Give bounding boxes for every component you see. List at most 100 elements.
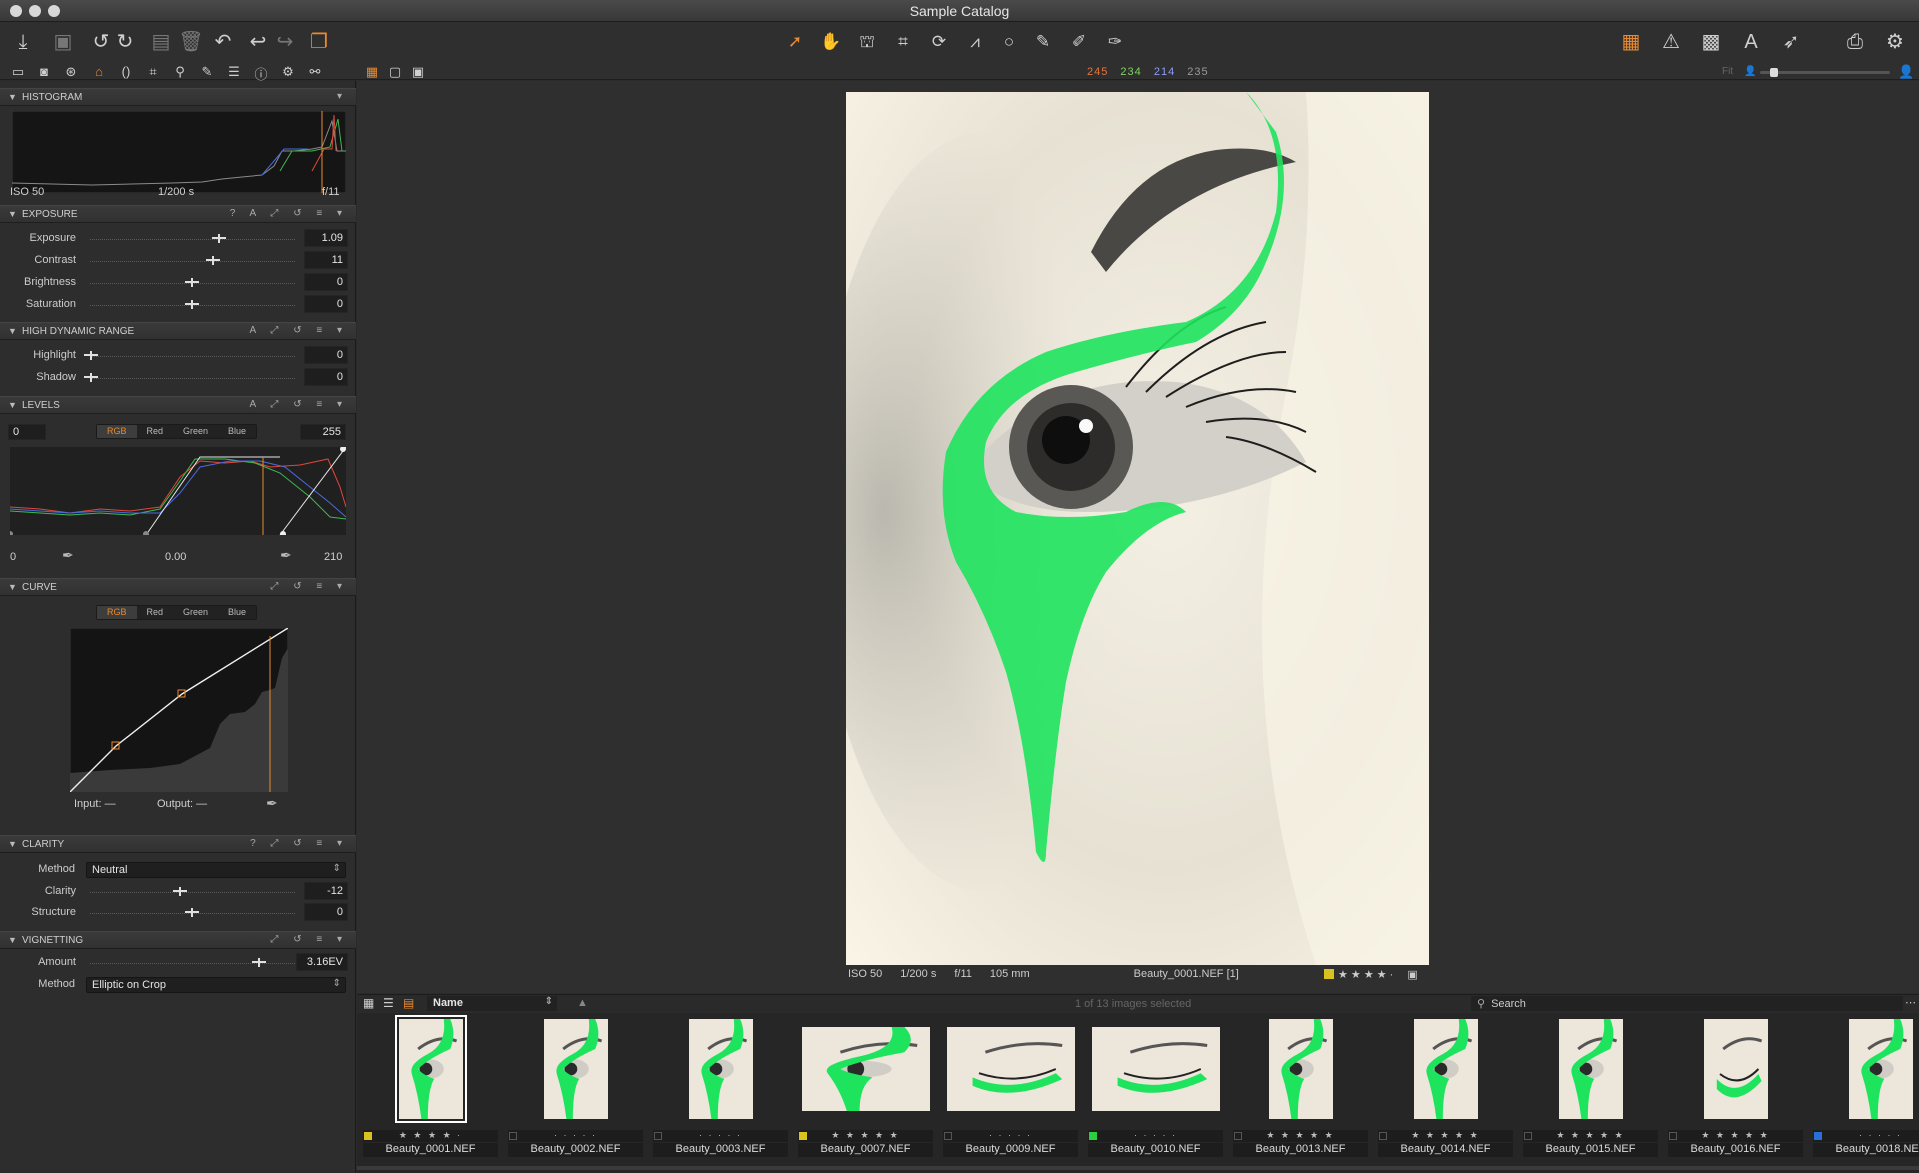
curve-tab-blue[interactable]: Blue — [218, 606, 256, 619]
levels-tab-green[interactable]: Green — [173, 425, 218, 438]
undo-icon[interactable]: ↶ — [210, 30, 236, 54]
thumbnail-image[interactable] — [1091, 1027, 1220, 1111]
vignetting-method-dropdown[interactable]: Elliptic on Crop ⇕ — [86, 977, 346, 993]
metadata-tab-icon[interactable]: ☰ — [224, 64, 244, 80]
import-icon[interactable]: ⤓ — [10, 30, 36, 54]
thumbnail-color-tag[interactable] — [799, 1132, 807, 1140]
lens-tab-icon[interactable]: () — [116, 64, 136, 79]
shadow-slider-row[interactable]: Shadow 0 — [0, 367, 356, 389]
contrast-knob[interactable] — [206, 256, 220, 265]
vignetting-amount-knob[interactable] — [252, 958, 266, 967]
brush-icon[interactable]: ✎ — [1030, 30, 1056, 54]
thumbnail-cell[interactable]: ★ ★ ★ ★ ★ Beauty_0015.NEF — [1520, 1013, 1661, 1161]
thumbnail-image[interactable] — [394, 1015, 467, 1123]
grid-view-icon[interactable]: ▦ — [362, 64, 382, 80]
saturation-knob[interactable] — [185, 300, 199, 309]
levels-input-low[interactable]: 0 — [8, 424, 46, 440]
pen-icon[interactable]: ➶ — [1778, 30, 1804, 54]
vignetting-amount-row[interactable]: Amount 3.16EV — [0, 952, 356, 974]
thumbnail-cell[interactable]: · · · · · Beauty_0010.NEF — [1085, 1013, 1226, 1161]
rotate-icon[interactable]: ⟳ — [926, 30, 952, 54]
tool-header-icons[interactable]: ? ⤢ ↺ ≡ ▾ — [250, 838, 348, 849]
saturation-slider-row[interactable]: Saturation 0 — [0, 294, 356, 316]
thumbnail-cell[interactable]: · · · · · Beauty_0018.NEF — [1810, 1013, 1919, 1161]
camera-icon[interactable]: ▣ — [50, 30, 76, 54]
thumbnail-rating[interactable]: ★ ★ ★ ★ ★ — [798, 1130, 933, 1142]
thumbnail-color-tag[interactable] — [1089, 1132, 1097, 1140]
thumbnail-color-tag[interactable] — [364, 1132, 372, 1140]
move-icon[interactable]: ▤ — [148, 30, 174, 54]
thumbnail-rating[interactable]: ★ ★ ★ ★ ★ — [1523, 1130, 1658, 1142]
zoom-slider[interactable] — [1760, 71, 1890, 74]
sort-dropdown[interactable]: Name ⇕ — [427, 996, 557, 1011]
thumbnail-image[interactable] — [543, 1019, 608, 1119]
library-icon[interactable]: ▭ — [8, 64, 28, 80]
thumbnail-cell[interactable]: ★ ★ ★ ★ ★ Beauty_0007.NEF — [795, 1013, 936, 1161]
warning-icon[interactable]: ⚠ — [1658, 30, 1684, 54]
filmstrip-view-icon[interactable]: ▤ — [403, 996, 414, 1010]
brightness-slider-row[interactable]: Brightness 0 — [0, 272, 356, 294]
tool-header-icons[interactable]: A ⤢ ↺ ≡ ▾ — [250, 399, 348, 410]
collapse-triangle-icon[interactable]: ▼ — [8, 400, 17, 410]
zoom-slider-knob[interactable] — [1770, 68, 1778, 77]
rotate-left-icon[interactable]: ↺ — [88, 30, 114, 54]
thumbnail-image[interactable] — [1703, 1019, 1768, 1119]
shadow-track[interactable] — [90, 378, 295, 379]
tool-header-icons[interactable]: A ⤢ ↺ ≡ ▾ — [250, 325, 348, 336]
thumbnail-rating[interactable]: ★ ★ ★ ★ ★ — [1668, 1130, 1803, 1142]
histogram-header[interactable]: ▼ HISTOGRAM ▾ — [0, 88, 356, 106]
grid-layout-icon[interactable]: ▦ — [1618, 30, 1644, 54]
contrast-value[interactable]: 11 — [304, 251, 348, 269]
vignetting-header[interactable]: ▼ VIGNETTING ⤢ ↺ ≡ ▾ — [0, 931, 356, 949]
clarity-slider-row[interactable]: Clarity -12 — [0, 881, 356, 903]
tool-header-icons[interactable]: ⤢ ↺ ≡ ▾ — [270, 581, 348, 592]
exposure-tab-icon[interactable]: ⌂ — [89, 64, 109, 79]
collapse-triangle-icon[interactable]: ▼ — [8, 582, 17, 592]
grid-icon[interactable]: ▩ — [1698, 30, 1724, 54]
structure-knob[interactable] — [185, 908, 199, 917]
contrast-track[interactable] — [90, 261, 295, 262]
collapse-triangle-icon[interactable]: ▼ — [8, 92, 17, 102]
thumbnail-cell[interactable]: ★ ★ ★ ★ ★ Beauty_0016.NEF — [1665, 1013, 1806, 1161]
brightness-value[interactable]: 0 — [304, 273, 348, 291]
curve-graph[interactable] — [70, 628, 288, 792]
thumbnail-image[interactable] — [688, 1019, 753, 1119]
clarity-knob[interactable] — [173, 887, 187, 896]
thumbnail-cell[interactable]: ★ ★ ★ ★ · Beauty_0001.NEF — [360, 1013, 501, 1161]
thumbnail-color-tag[interactable] — [1234, 1132, 1242, 1140]
clarity-method-dropdown[interactable]: Neutral ⇕ — [86, 862, 346, 878]
collapse-triangle-icon[interactable]: ▼ — [8, 839, 17, 849]
thumbnail-image[interactable] — [1848, 1019, 1913, 1119]
tool-header-icons[interactable]: ? A ⤢ ↺ ≡ ▾ — [230, 208, 348, 219]
highlight-track[interactable] — [90, 356, 295, 357]
thumbnail-cell[interactable]: ★ ★ ★ ★ ★ Beauty_0014.NEF — [1375, 1013, 1516, 1161]
thumbnail-color-tag[interactable] — [1524, 1132, 1532, 1140]
brightness-knob[interactable] — [185, 278, 199, 287]
trash-icon[interactable]: 🗑 — [178, 30, 204, 54]
collapse-triangle-icon[interactable]: ▼ — [8, 935, 17, 945]
variants-icon[interactable]: ❐ — [306, 30, 332, 54]
highlight-knob[interactable] — [84, 351, 98, 360]
structure-value[interactable]: 0 — [304, 903, 348, 921]
filmstrip-scrollbar[interactable] — [357, 1166, 1919, 1170]
levels-tab-rgb[interactable]: RGB — [97, 425, 137, 438]
exposure-track[interactable] — [90, 239, 295, 240]
crop-icon[interactable]: ⌗ — [890, 30, 916, 54]
thumbnail-rating[interactable]: · · · · · — [943, 1130, 1078, 1142]
camera-tab-icon[interactable]: ◙ — [34, 64, 54, 79]
thumbnail-color-tag[interactable] — [1379, 1132, 1387, 1140]
vignetting-amount-value[interactable]: 3.16EV — [296, 953, 348, 971]
brush-tab-icon[interactable]: ✎ — [197, 64, 217, 80]
single-view-icon[interactable]: ▢ — [385, 64, 405, 80]
levels-tab-red[interactable]: Red — [137, 425, 174, 438]
eyedropper-icon[interactable]: ✒ — [266, 795, 278, 812]
eraser-icon[interactable]: ✐ — [1066, 30, 1092, 54]
shadow-knob[interactable] — [84, 373, 98, 382]
exposure-slider-row[interactable]: Exposure 1.09 — [0, 228, 356, 250]
highlight-value[interactable]: 0 — [304, 346, 348, 364]
overlay-icon[interactable]: ▣ — [1407, 969, 1417, 981]
collapse-triangle-icon[interactable]: ▼ — [8, 209, 17, 219]
thumbnail-rating[interactable]: · · · · · — [1088, 1130, 1223, 1142]
thumbnail-cell[interactable]: · · · · · Beauty_0002.NEF — [505, 1013, 646, 1161]
select-arrow-icon[interactable]: ➚ — [782, 30, 808, 54]
